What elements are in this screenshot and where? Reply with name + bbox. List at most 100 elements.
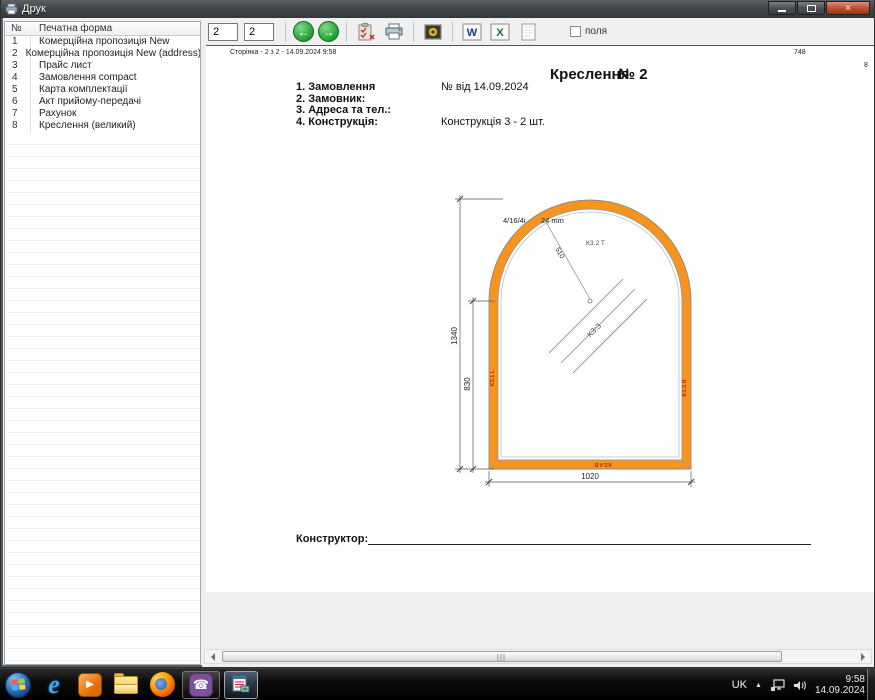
volume-icon[interactable] bbox=[793, 679, 807, 692]
tray-date: 14.09.2024 bbox=[814, 685, 865, 696]
print-forms-list: № Печатна форма 1 Комерційна пропозиція N… bbox=[4, 21, 201, 665]
signature-line bbox=[368, 533, 811, 545]
export-excel-button[interactable]: X bbox=[488, 20, 512, 44]
constructor-signature: Конструктор: bbox=[296, 533, 811, 545]
media-player-button[interactable]: ▶ bbox=[72, 669, 108, 700]
margins-checkbox-wrap[interactable]: поля bbox=[570, 26, 607, 37]
list-item[interactable]: 6 Акт прийому-передачі bbox=[5, 96, 200, 108]
separator bbox=[285, 21, 286, 42]
export-word-button[interactable]: W bbox=[460, 20, 484, 44]
list-item[interactable]: 8 Креслення (великий) bbox=[5, 120, 200, 132]
viber-icon: ☎ bbox=[189, 672, 213, 697]
empty-rows bbox=[5, 133, 200, 664]
printer-icon bbox=[385, 23, 403, 39]
scrollbar-thumb[interactable] bbox=[222, 651, 782, 662]
desktop: Друк × № Печатна форма 1 Комерційна пропо… bbox=[0, 0, 875, 700]
viber-button[interactable]: ☎ bbox=[182, 670, 220, 699]
close-icon: × bbox=[845, 2, 851, 14]
dim-inner-height-label: 830 bbox=[463, 377, 472, 391]
left-profile-label: КЗ.1 L bbox=[490, 369, 496, 386]
close-button[interactable]: × bbox=[826, 1, 870, 15]
show-desktop-button[interactable] bbox=[867, 669, 875, 700]
picture-icon bbox=[424, 23, 442, 40]
blank-page-button[interactable] bbox=[516, 20, 540, 44]
margins-checkbox-label: поля bbox=[585, 26, 608, 37]
firefox-icon bbox=[149, 672, 175, 697]
scroll-right-button[interactable] bbox=[856, 650, 871, 663]
system-tray: UK ▲ 9:58 14.09.2024 bbox=[732, 669, 865, 700]
minimize-icon bbox=[778, 9, 786, 12]
print-dialog-window: Друк × № Печатна форма 1 Комерційна пропо… bbox=[0, 0, 875, 668]
svg-text:X: X bbox=[496, 27, 504, 39]
next-page-button[interactable]: → bbox=[318, 21, 339, 42]
minimize-button[interactable] bbox=[768, 1, 796, 15]
construction-drawing: 4/16/4і 24 mm 510 КЗ.2 Т КЗ:3 1340 830 1… bbox=[450, 195, 695, 487]
list-item[interactable]: 5 Карта комплектації bbox=[5, 84, 200, 96]
list-item[interactable]: 7 Рахунок bbox=[5, 108, 200, 120]
file-explorer-button[interactable] bbox=[108, 669, 144, 700]
print-button[interactable] bbox=[382, 20, 406, 44]
bottom-profile-label: КЗ.4 В bbox=[594, 461, 611, 467]
svg-text:W: W bbox=[467, 27, 478, 39]
list-item[interactable]: 4 Замовлення compact bbox=[5, 72, 200, 84]
excel-icon: X bbox=[490, 23, 510, 40]
separator bbox=[413, 21, 414, 42]
field-label: 4. Конструкція: bbox=[296, 115, 378, 128]
list-header: № Печатна форма bbox=[5, 22, 200, 36]
toolbar: ← → bbox=[202, 18, 874, 45]
constructor-label: Конструктор: bbox=[296, 533, 369, 545]
folder-icon bbox=[114, 672, 138, 694]
network-icon[interactable] bbox=[770, 678, 785, 692]
window-title: Друк bbox=[22, 3, 46, 15]
maximize-icon bbox=[806, 4, 816, 12]
field-label: 3. Адреса та тел.: bbox=[296, 104, 392, 116]
internet-explorer-icon: e bbox=[48, 669, 60, 699]
preview-page: Сторінка - 2 з 2 - 14.09.2024 9:58 748 8… bbox=[206, 45, 874, 592]
arc-center-point bbox=[587, 298, 593, 304]
glass-thickness-label: 24 mm bbox=[541, 216, 564, 225]
column-header-form: Печатна форма bbox=[39, 23, 113, 34]
page-width-marker: 748 bbox=[794, 49, 806, 56]
dim-height-label: 1340 bbox=[450, 327, 459, 345]
blank-page-icon bbox=[521, 23, 535, 40]
list-item[interactable]: 2 Комерційна пропозиція New (address) bbox=[5, 48, 200, 60]
maximize-button[interactable] bbox=[797, 1, 825, 15]
document-title: Креслення№ 2 bbox=[550, 66, 648, 83]
export-image-button[interactable] bbox=[421, 20, 445, 44]
firefox-button[interactable] bbox=[144, 669, 180, 700]
page-number-input[interactable] bbox=[244, 22, 274, 41]
language-indicator[interactable]: UK bbox=[732, 679, 747, 691]
active-app-button[interactable] bbox=[224, 670, 258, 699]
list-item[interactable]: 1 Комерційна пропозиція New bbox=[5, 36, 200, 48]
app-icon bbox=[5, 3, 18, 15]
arrow-right-icon: → bbox=[322, 24, 335, 39]
horizontal-scrollbar[interactable] bbox=[204, 649, 872, 664]
internet-explorer-button[interactable]: e bbox=[36, 669, 72, 700]
page-info: Сторінка - 2 з 2 - 14.09.2024 9:58 bbox=[230, 49, 337, 56]
titlebar[interactable]: Друк × bbox=[1, 0, 874, 18]
tray-clock[interactable]: 9:58 14.09.2024 bbox=[815, 674, 865, 696]
start-button[interactable] bbox=[0, 669, 36, 700]
margins-checkbox[interactable] bbox=[570, 26, 581, 37]
copies-input[interactable] bbox=[208, 22, 238, 41]
scroll-left-button[interactable] bbox=[205, 650, 220, 663]
word-icon: W bbox=[462, 23, 482, 40]
print-app-icon bbox=[232, 675, 250, 692]
glass-spec-label: 4/16/4і bbox=[503, 216, 526, 225]
list-item[interactable]: 3 Прайс лист bbox=[5, 60, 200, 72]
field-value: № від 14.09.2024 bbox=[441, 81, 529, 93]
scrollbar-grip bbox=[497, 654, 507, 661]
page-setup-button[interactable] bbox=[354, 20, 378, 44]
hidden-icons-arrow[interactable]: ▲ bbox=[755, 682, 762, 689]
scroll-right-icon bbox=[861, 652, 869, 661]
taskbar: e ▶ ☎ UK ▲ 9:58 14.09.2024 bbox=[0, 668, 875, 700]
field-label: 1. Замовлення bbox=[296, 81, 376, 93]
windows-start-icon bbox=[5, 671, 31, 698]
media-player-icon: ▶ bbox=[78, 672, 102, 697]
order-fields: 1. Замовлення № від 14.09.2024 2. Замовни… bbox=[296, 81, 545, 128]
print-preview-area: Сторінка - 2 з 2 - 14.09.2024 9:58 748 8… bbox=[202, 45, 874, 667]
field-value: Конструкція 3 - 2 шт. bbox=[441, 115, 545, 128]
column-header-number: № bbox=[11, 23, 22, 34]
arrow-left-icon: ← bbox=[297, 24, 310, 39]
previous-page-button[interactable]: ← bbox=[293, 21, 314, 42]
